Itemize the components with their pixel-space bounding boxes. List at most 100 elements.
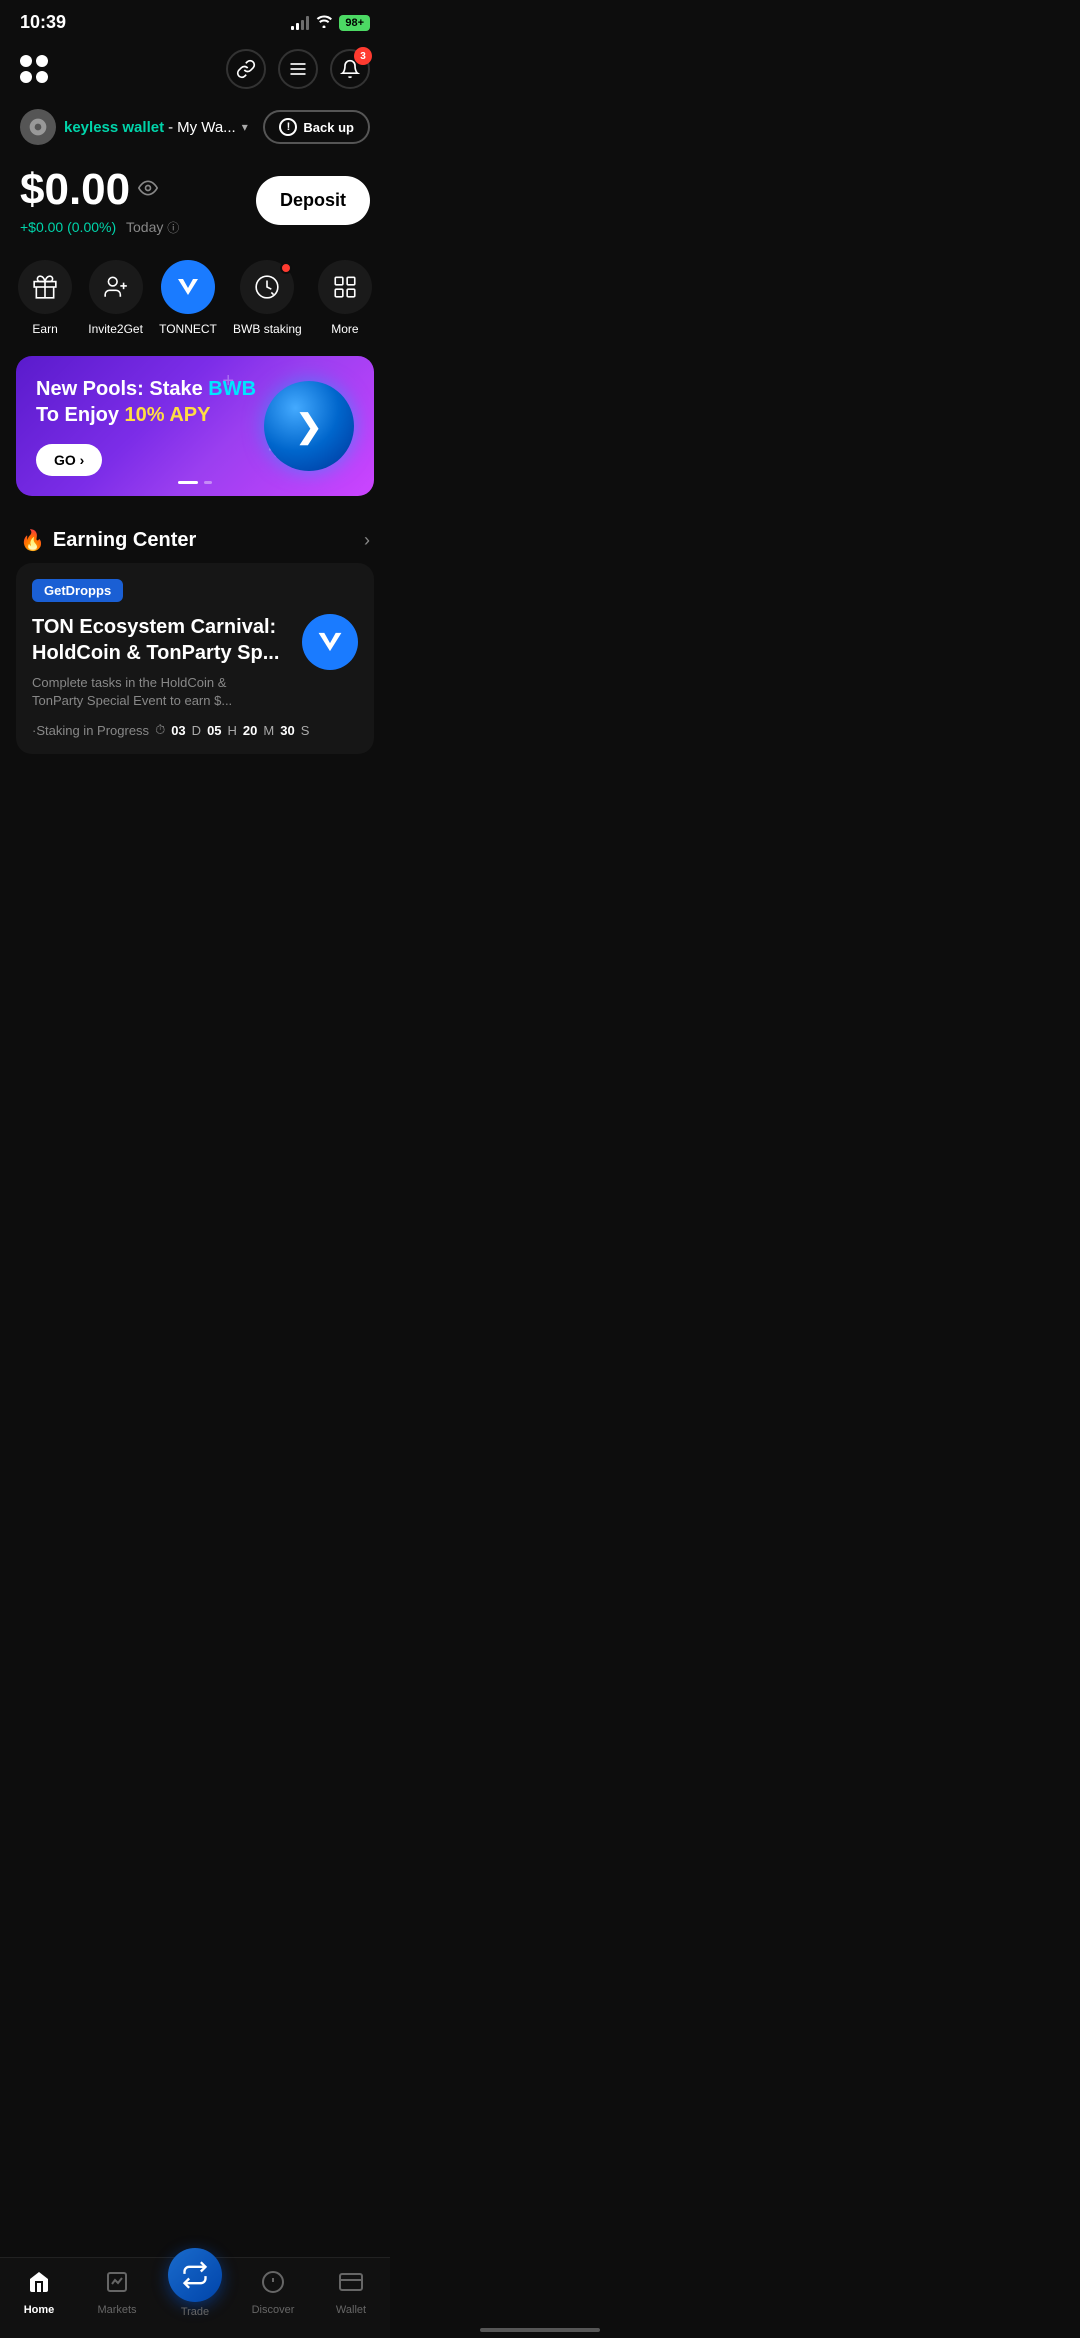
hours-value: 05 — [207, 723, 221, 738]
new-indicator-dot — [280, 262, 292, 274]
days-value: 03 — [171, 723, 185, 738]
action-tonnect[interactable]: TONNECT — [159, 260, 217, 336]
nav-item-wallet[interactable]: Wallet — [321, 2270, 381, 2316]
balance-change: +$0.00 (0.00%) Today ⓘ — [20, 219, 179, 236]
nav-item-markets[interactable]: Markets — [87, 2270, 147, 2316]
balance-display: $0.00 +$0.00 (0.00%) Today ⓘ — [20, 165, 179, 236]
banner-dot-1 — [178, 481, 198, 484]
coin-arrow-icon: ❯ — [296, 407, 323, 445]
wallet-avatar — [20, 109, 56, 145]
wallet-info[interactable]: keyless wallet - My Wa... ▾ — [20, 109, 248, 145]
wallet-name: keyless wallet - My Wa... ▾ — [64, 119, 248, 136]
deco-plus1: + — [222, 370, 234, 393]
signal-icon — [291, 16, 309, 30]
tonnect-label: TONNECT — [159, 322, 217, 336]
staking-icon — [254, 274, 280, 300]
status-time: 10:39 — [20, 12, 66, 33]
nav-item-discover[interactable]: Discover — [243, 2270, 303, 2316]
markets-label: Markets — [97, 2304, 136, 2316]
timer-icon: ⏱ — [155, 722, 165, 738]
earning-card-icon-wrap — [302, 614, 358, 670]
invite-icon-wrap — [89, 260, 143, 314]
link-icon — [236, 59, 256, 79]
coin-circle: ❯ — [264, 381, 354, 471]
earning-card-desc: Complete tasks in the HoldCoin &TonParty… — [32, 674, 279, 710]
home-indicator — [480, 2328, 600, 2332]
earning-content: TON Ecosystem Carnival:HoldCoin & TonPar… — [32, 614, 358, 710]
nav-item-home[interactable]: Home — [9, 2270, 69, 2316]
link-button[interactable] — [226, 49, 266, 89]
quick-actions: Earn Invite2Get TONNECT — [0, 244, 390, 344]
markets-icon — [105, 2270, 129, 2300]
top-navigation: 3 — [0, 41, 390, 101]
banner-pagination — [178, 481, 212, 484]
home-icon — [27, 2270, 51, 2300]
bwb-staking-label: BWB staking — [233, 322, 302, 336]
discover-icon — [261, 2270, 285, 2300]
info-icon: ⓘ — [167, 221, 179, 235]
invite-label: Invite2Get — [88, 322, 143, 336]
tonnect-icon-wrap — [161, 260, 215, 314]
seconds-unit: S — [301, 723, 310, 738]
add-user-icon — [103, 274, 129, 300]
hours-unit: H — [228, 723, 237, 738]
minutes-unit: M — [263, 723, 274, 738]
earning-card-title: TON Ecosystem Carnival:HoldCoin & TonPar… — [32, 614, 279, 666]
deposit-button[interactable]: Deposit — [256, 176, 370, 225]
action-bwb-staking[interactable]: BWB staking — [233, 260, 302, 336]
gift-icon — [32, 274, 58, 300]
visibility-toggle-icon[interactable] — [138, 178, 158, 203]
logo-grid-icon — [20, 55, 48, 83]
bottom-navigation: Home Markets Trade — [0, 2257, 390, 2338]
action-invite2get[interactable]: Invite2Get — [88, 260, 143, 336]
ton-v-icon — [314, 626, 346, 658]
more-label: More — [331, 322, 358, 336]
tonnect-v-icon — [174, 273, 202, 301]
bwb-coin-graphic: ❯ — [264, 381, 354, 471]
balance-amount: $0.00 — [20, 165, 179, 215]
status-icons: 98+ — [291, 14, 370, 31]
wallet-icon — [339, 2270, 363, 2300]
notification-button[interactable]: 3 — [330, 49, 370, 89]
nav-actions: 3 — [226, 49, 370, 89]
earn-label: Earn — [32, 322, 57, 336]
bwb-staking-icon-wrap — [240, 260, 294, 314]
promo-banner[interactable]: + + New Pools: Stake BWB To Enjoy 10% AP… — [16, 356, 374, 496]
status-bar: 10:39 98+ — [0, 0, 390, 41]
home-label: Home — [24, 2304, 55, 2316]
balance-section: $0.00 +$0.00 (0.00%) Today ⓘ Deposit — [0, 149, 390, 244]
earning-center-header[interactable]: 🔥 Earning Center › — [0, 508, 390, 563]
more-icon-wrap — [318, 260, 372, 314]
battery-indicator: 98+ — [339, 15, 370, 31]
swap-icon — [181, 2261, 209, 2289]
grid-icon — [332, 274, 358, 300]
trade-label: Trade — [181, 2306, 209, 2318]
staking-status: ·Staking in Progress ⏱ 03 D 05 H 20 M 30… — [32, 722, 358, 738]
menu-button[interactable] — [278, 49, 318, 89]
banner-go-button[interactable]: GO › — [36, 444, 102, 476]
chevron-right-icon: › — [364, 530, 370, 551]
menu-icon — [288, 59, 308, 79]
earning-center-title: 🔥 Earning Center — [20, 528, 196, 553]
action-more[interactable]: More — [318, 260, 372, 336]
fire-emoji: 🔥 — [20, 528, 45, 553]
earn-icon-wrap — [18, 260, 72, 314]
wallet-label: Wallet — [336, 2304, 366, 2316]
seconds-value: 30 — [280, 723, 294, 738]
banner-section: + + New Pools: Stake BWB To Enjoy 10% AP… — [0, 344, 390, 508]
staking-progress-label: ·Staking in Progress — [32, 723, 149, 738]
notification-badge: 3 — [354, 47, 372, 65]
wifi-icon — [315, 14, 333, 31]
wallet-header: keyless wallet - My Wa... ▾ ! Back up — [0, 101, 390, 149]
discover-label: Discover — [252, 2304, 295, 2316]
nav-item-trade[interactable]: Trade — [165, 2268, 225, 2318]
app-logo — [20, 55, 48, 83]
action-earn[interactable]: Earn — [18, 260, 72, 336]
minutes-value: 20 — [243, 723, 257, 738]
trade-center-button[interactable] — [168, 2248, 222, 2302]
banner-dot-2 — [204, 481, 212, 484]
warning-icon: ! — [279, 118, 297, 136]
backup-button[interactable]: ! Back up — [263, 110, 370, 144]
wallet-dropdown-icon: ▾ — [242, 120, 248, 134]
days-unit: D — [192, 723, 201, 738]
